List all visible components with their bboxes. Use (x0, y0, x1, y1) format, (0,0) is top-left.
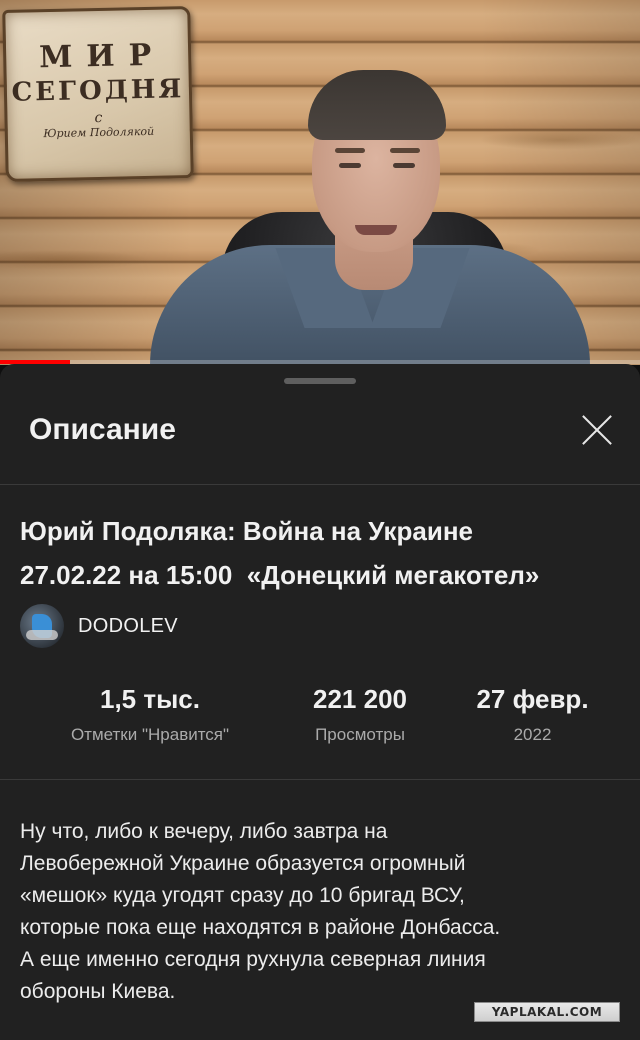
drag-handle[interactable] (284, 378, 356, 384)
description-text: Ну что, либо к вечеру, либо завтра на Ле… (20, 816, 620, 1008)
description-sheet: Описание Юрий Подоляка: Война на Украине… (0, 364, 640, 1040)
views-stat: 221 200 Просмотры (280, 684, 440, 745)
description-line: которые пока еще находятся в районе Донб… (20, 916, 501, 939)
description-line: Левобережной Украине образуется огромный (20, 852, 466, 875)
video-title: Юрий Подоляка: Война на Украине 27.02.22… (20, 509, 630, 597)
channel-link[interactable]: DODOLEV (20, 604, 178, 648)
close-icon[interactable] (577, 410, 617, 450)
likes-stat: 1,5 тыс. Отметки "Нравится" (30, 684, 270, 745)
channel-avatar[interactable] (20, 604, 64, 648)
description-line: «мешок» куда угодят сразу до 10 бригад В… (20, 884, 465, 907)
video-player[interactable]: МИР СЕГОДНЯ с Юрием Подолякой (0, 0, 640, 365)
stats-divider (0, 779, 640, 780)
channel-name[interactable]: DODOLEV (78, 615, 178, 638)
views-label: Просмотры (315, 725, 405, 744)
sheet-title: Описание (29, 413, 176, 446)
likes-label: Отметки "Нравится" (70, 725, 230, 744)
video-title-line-1: Юрий Подоляка: Война на Украине (20, 516, 473, 546)
likes-value: 1,5 тыс. (100, 684, 200, 714)
video-stats: 1,5 тыс. Отметки "Нравится" 221 200 Прос… (0, 684, 640, 754)
views-value: 221 200 (313, 684, 407, 714)
video-title-line-2: 27.02.22 на 15:00 «Донецкий мегакотел» (20, 560, 540, 590)
description-line: Ну что, либо к вечеру, либо завтра на (20, 820, 388, 843)
date-year: 2022 (513, 725, 552, 744)
presenter-image (150, 70, 590, 365)
description-line: А еще именно сегодня рухнула северная ли… (20, 948, 486, 971)
date-stat: 27 февр. 2022 (450, 684, 615, 745)
header-divider (0, 484, 640, 485)
site-watermark: YAPLAKAL.COM (474, 1002, 620, 1022)
date-value: 27 февр. (476, 684, 589, 714)
